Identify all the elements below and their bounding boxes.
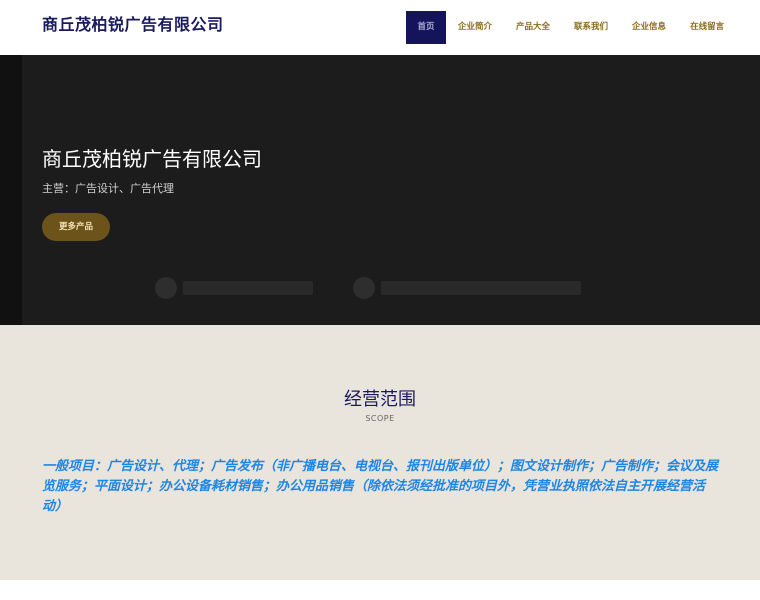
nav-item-products[interactable]: 产品大全 [504,11,562,44]
nav-item-about[interactable]: 企业简介 [446,11,504,44]
nav-item-home[interactable]: 首页 [406,11,446,44]
section-title: 经营范围 [344,389,416,410]
hero-subtitle: 主营：广告设计、广告代理 [42,182,174,195]
nav-item-contact[interactable]: 联系我们 [562,11,620,44]
nav-item-company-info[interactable]: 企业信息 [620,11,678,44]
hero-background-decoration [155,277,621,299]
decor-circle [155,277,177,299]
more-products-button[interactable]: 更多产品 [42,213,110,241]
nav-item-message[interactable]: 在线留言 [678,11,736,44]
decor-bar [183,281,313,295]
decor-circle [353,277,375,299]
hero-edge-shade [0,55,22,325]
section-subtitle: SCOPE [365,414,395,423]
footer-strip [0,580,760,600]
scope-description: 一般项目：广告设计、代理；广告发布（非广播电台、电视台、报刊出版单位）；图文设计… [42,459,719,514]
hero-title: 商丘茂柏锐广告有限公司 [42,147,262,171]
site-logo[interactable]: 商丘茂柏锐广告有限公司 [42,11,224,35]
business-scope-section: 经营范围 SCOPE 一般项目：广告设计、代理；广告发布（非广播电台、电视台、报… [0,325,760,580]
decor-bar [381,281,581,295]
hero-banner: 商丘茂柏锐广告有限公司 主营：广告设计、广告代理 更多产品 [0,55,760,325]
main-nav: 首页 企业简介 产品大全 联系我们 企业信息 在线留言 [406,11,736,44]
site-header: 商丘茂柏锐广告有限公司 首页 企业简介 产品大全 联系我们 企业信息 在线留言 [0,0,760,55]
